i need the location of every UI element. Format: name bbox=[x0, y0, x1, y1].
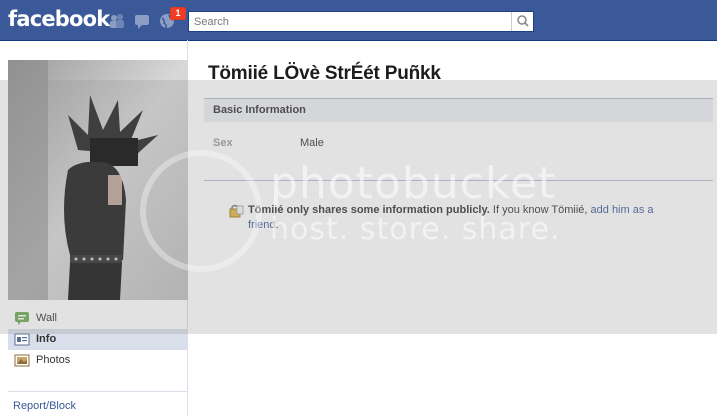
privacy-notice: Tömiié only shares some information publ… bbox=[228, 203, 678, 233]
nav-item-info[interactable]: Info bbox=[8, 329, 187, 350]
photos-icon bbox=[14, 354, 30, 367]
profile-name: Tömiié LÖvè StrÉét Puñkk bbox=[208, 63, 441, 84]
basic-info-header: Basic Information bbox=[204, 98, 713, 122]
profile-picture[interactable] bbox=[8, 60, 188, 300]
search-input[interactable] bbox=[189, 12, 511, 31]
top-bar: facebook 1 bbox=[0, 0, 717, 41]
privacy-text: If you know Tömiié, bbox=[489, 204, 591, 216]
messages-icon[interactable] bbox=[134, 12, 152, 30]
nav-item-photos[interactable]: Photos bbox=[8, 350, 187, 371]
facebook-logo[interactable]: facebook bbox=[8, 7, 110, 31]
nav-item-label: Info bbox=[36, 333, 57, 345]
sex-label: Sex bbox=[213, 137, 233, 149]
sex-value: Male bbox=[300, 137, 324, 149]
search-button[interactable] bbox=[511, 12, 533, 31]
nav-divider bbox=[8, 391, 187, 392]
lock-icon bbox=[229, 204, 244, 218]
section-divider bbox=[204, 180, 713, 181]
nav-item-label: Wall bbox=[36, 312, 57, 324]
profile-nav: Wall Info Photos bbox=[8, 308, 187, 371]
report-block-link[interactable]: Report/Block bbox=[13, 400, 76, 412]
info-icon bbox=[14, 333, 30, 346]
section-title: Basic Information bbox=[213, 104, 306, 116]
search-icon bbox=[517, 15, 529, 27]
privacy-end: . bbox=[275, 219, 279, 231]
notification-badge[interactable]: 1 bbox=[170, 7, 186, 20]
nav-item-wall[interactable]: Wall bbox=[8, 308, 187, 329]
wall-icon bbox=[15, 312, 29, 325]
privacy-bold-text: Tömiié only shares some information publ… bbox=[248, 204, 490, 216]
search-box bbox=[188, 11, 534, 32]
friend-requests-icon[interactable] bbox=[108, 12, 126, 30]
profile-photo-image bbox=[8, 60, 188, 300]
nav-item-label: Photos bbox=[36, 354, 71, 366]
